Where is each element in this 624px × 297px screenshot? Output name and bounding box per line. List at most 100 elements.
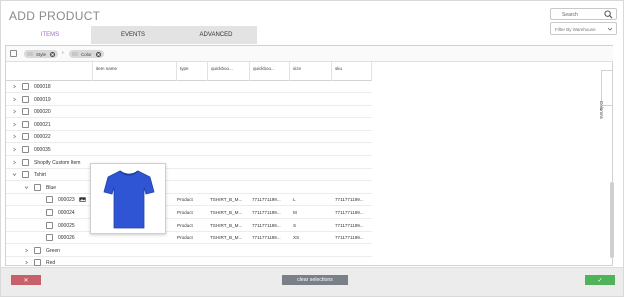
tab-advanced[interactable]: ADVANCED bbox=[175, 26, 257, 44]
warehouse-filter-placeholder: Filter By Warehouse bbox=[555, 27, 596, 32]
chevron-right-icon[interactable] bbox=[12, 109, 17, 114]
cell-sku: 7711771199... bbox=[335, 222, 364, 228]
clear-selections-button[interactable]: clear selections bbox=[282, 275, 348, 285]
table-row[interactable]: 000026 Product TSHIRT_B_M... 7711771199... X… bbox=[6, 232, 372, 245]
row-checkbox[interactable] bbox=[22, 120, 29, 128]
tab-items[interactable]: ITEMS bbox=[9, 26, 91, 44]
chevron-right-icon[interactable] bbox=[12, 84, 17, 89]
row-checkbox[interactable] bbox=[22, 95, 29, 103]
row-label: 000021 bbox=[34, 121, 51, 128]
group-row[interactable]: Shopify Custom Item bbox=[6, 157, 372, 169]
chevron-right-icon[interactable] bbox=[12, 97, 17, 102]
confirm-button[interactable]: ✓ bbox=[585, 275, 615, 285]
row-label: Shopify Custom Item bbox=[34, 159, 81, 166]
table-row[interactable]: 000023 Product TSHIRT_B_M... 7711771199... L… bbox=[6, 194, 372, 207]
group-row[interactable]: 000021 bbox=[6, 119, 372, 131]
columns-panel-toggle[interactable]: Columns bbox=[599, 70, 612, 119]
image-icon[interactable] bbox=[79, 197, 86, 203]
row-label: 000025 bbox=[58, 222, 75, 229]
group-by-bar: Style › Color bbox=[6, 46, 613, 62]
remove-group-icon[interactable] bbox=[95, 51, 101, 57]
row-checkbox[interactable] bbox=[46, 221, 53, 229]
group-row[interactable]: 000020 bbox=[6, 106, 372, 119]
table-row[interactable]: 000025 Product TSHIRT_B_M... 7711771199... S… bbox=[6, 220, 372, 232]
row-checkbox[interactable] bbox=[22, 146, 29, 153]
row-checkbox[interactable] bbox=[22, 133, 29, 141]
column-header-quickbooks-2[interactable]: quickboo... bbox=[249, 62, 289, 81]
chevron-right-icon[interactable] bbox=[12, 122, 17, 127]
drag-handle-icon[interactable] bbox=[72, 52, 78, 56]
column-header-group[interactable] bbox=[6, 62, 92, 81]
column-header-size[interactable]: size bbox=[289, 62, 331, 81]
row-label: Blue bbox=[46, 184, 57, 191]
group-row[interactable]: 000018 bbox=[6, 81, 372, 93]
column-header-item-name[interactable]: item name bbox=[92, 62, 176, 81]
row-checkbox[interactable] bbox=[46, 196, 53, 204]
row-label: Tshirt bbox=[34, 172, 46, 179]
row-checkbox[interactable] bbox=[34, 183, 41, 191]
search-input[interactable]: Search bbox=[550, 8, 617, 20]
row-checkbox[interactable] bbox=[46, 209, 53, 216]
tab-events[interactable]: EVENTS bbox=[91, 26, 175, 44]
image-preview-popup bbox=[90, 163, 166, 234]
chevron-right-icon[interactable] bbox=[12, 147, 17, 152]
tshirt-image bbox=[103, 170, 155, 229]
row-checkbox[interactable] bbox=[22, 158, 29, 166]
cell-type: Product bbox=[177, 235, 193, 241]
chevron-right-icon[interactable] bbox=[12, 134, 17, 139]
chevron-down-icon[interactable] bbox=[12, 172, 17, 177]
group-row[interactable]: 000022 bbox=[6, 131, 372, 144]
tab-bar: ITEMS EVENTS ADVANCED bbox=[9, 26, 257, 44]
chevron-right-icon[interactable] bbox=[24, 260, 29, 265]
cell-type: Product bbox=[177, 222, 193, 228]
page-title: ADD PRODUCT bbox=[9, 9, 101, 23]
group-by-icon bbox=[10, 50, 17, 57]
row-checkbox[interactable] bbox=[34, 259, 41, 267]
vertical-scrollbar[interactable] bbox=[610, 182, 614, 258]
cell-qb1: TSHIRT_B_M... bbox=[210, 222, 243, 228]
table-row[interactable]: 000024 Product TSHIRT_B_M... 7711771199... M… bbox=[6, 207, 372, 219]
cancel-button[interactable]: ✕ bbox=[11, 275, 41, 285]
row-label: Green bbox=[46, 247, 60, 254]
cell-type: Product bbox=[177, 210, 193, 215]
group-row[interactable]: Blue bbox=[6, 182, 372, 194]
group-row[interactable]: Green bbox=[6, 245, 372, 257]
group-pill-color[interactable]: Color bbox=[69, 50, 104, 58]
cell-qb1: TSHIRT_B_M... bbox=[210, 235, 243, 241]
chevron-right-icon[interactable] bbox=[12, 160, 17, 165]
group-pill-label: Style bbox=[36, 51, 47, 57]
row-label: 000035 bbox=[34, 147, 51, 153]
row-label: 000020 bbox=[34, 109, 51, 116]
cell-size: XS bbox=[293, 235, 300, 241]
drag-handle-icon[interactable] bbox=[27, 52, 33, 56]
row-checkbox[interactable] bbox=[34, 246, 41, 254]
row-checkbox[interactable] bbox=[22, 108, 29, 116]
group-separator-icon: › bbox=[62, 50, 64, 56]
group-row[interactable]: 000019 bbox=[6, 94, 372, 106]
chevron-down-icon[interactable] bbox=[24, 185, 29, 190]
column-header-quickbooks-1[interactable]: quickboo... bbox=[207, 62, 249, 81]
column-header-type[interactable]: type bbox=[176, 62, 207, 81]
search-icon[interactable] bbox=[604, 10, 613, 19]
row-label: 000019 bbox=[34, 96, 51, 103]
group-pill-style[interactable]: Style bbox=[24, 50, 59, 58]
cell-size: S bbox=[293, 222, 297, 228]
chevron-down-icon bbox=[607, 27, 613, 31]
footer-bar: ✕ clear selections ✓ bbox=[1, 267, 623, 296]
cell-qb2: 7711771199... bbox=[252, 235, 281, 241]
cell-qb1: TSHIRT_B_M... bbox=[210, 210, 243, 215]
group-row[interactable]: Tshirt bbox=[6, 169, 372, 182]
column-header-sku[interactable]: sku bbox=[331, 62, 372, 81]
row-label: 000018 bbox=[34, 84, 51, 90]
group-row[interactable]: 000035 bbox=[6, 144, 372, 156]
remove-group-icon[interactable] bbox=[50, 51, 56, 57]
cell-size: L bbox=[293, 197, 296, 203]
row-checkbox[interactable] bbox=[22, 171, 29, 179]
row-checkbox[interactable] bbox=[22, 83, 29, 90]
warehouse-filter-select[interactable]: Filter By Warehouse bbox=[550, 22, 617, 35]
row-checkbox[interactable] bbox=[46, 234, 53, 242]
cell-qb2: 7711771199... bbox=[252, 222, 281, 228]
cell-qb2: 7711771199... bbox=[252, 210, 281, 215]
chevron-right-icon[interactable] bbox=[24, 248, 29, 253]
add-product-modal: ADD PRODUCT ITEMS EVENTS ADVANCED Search… bbox=[0, 0, 624, 297]
